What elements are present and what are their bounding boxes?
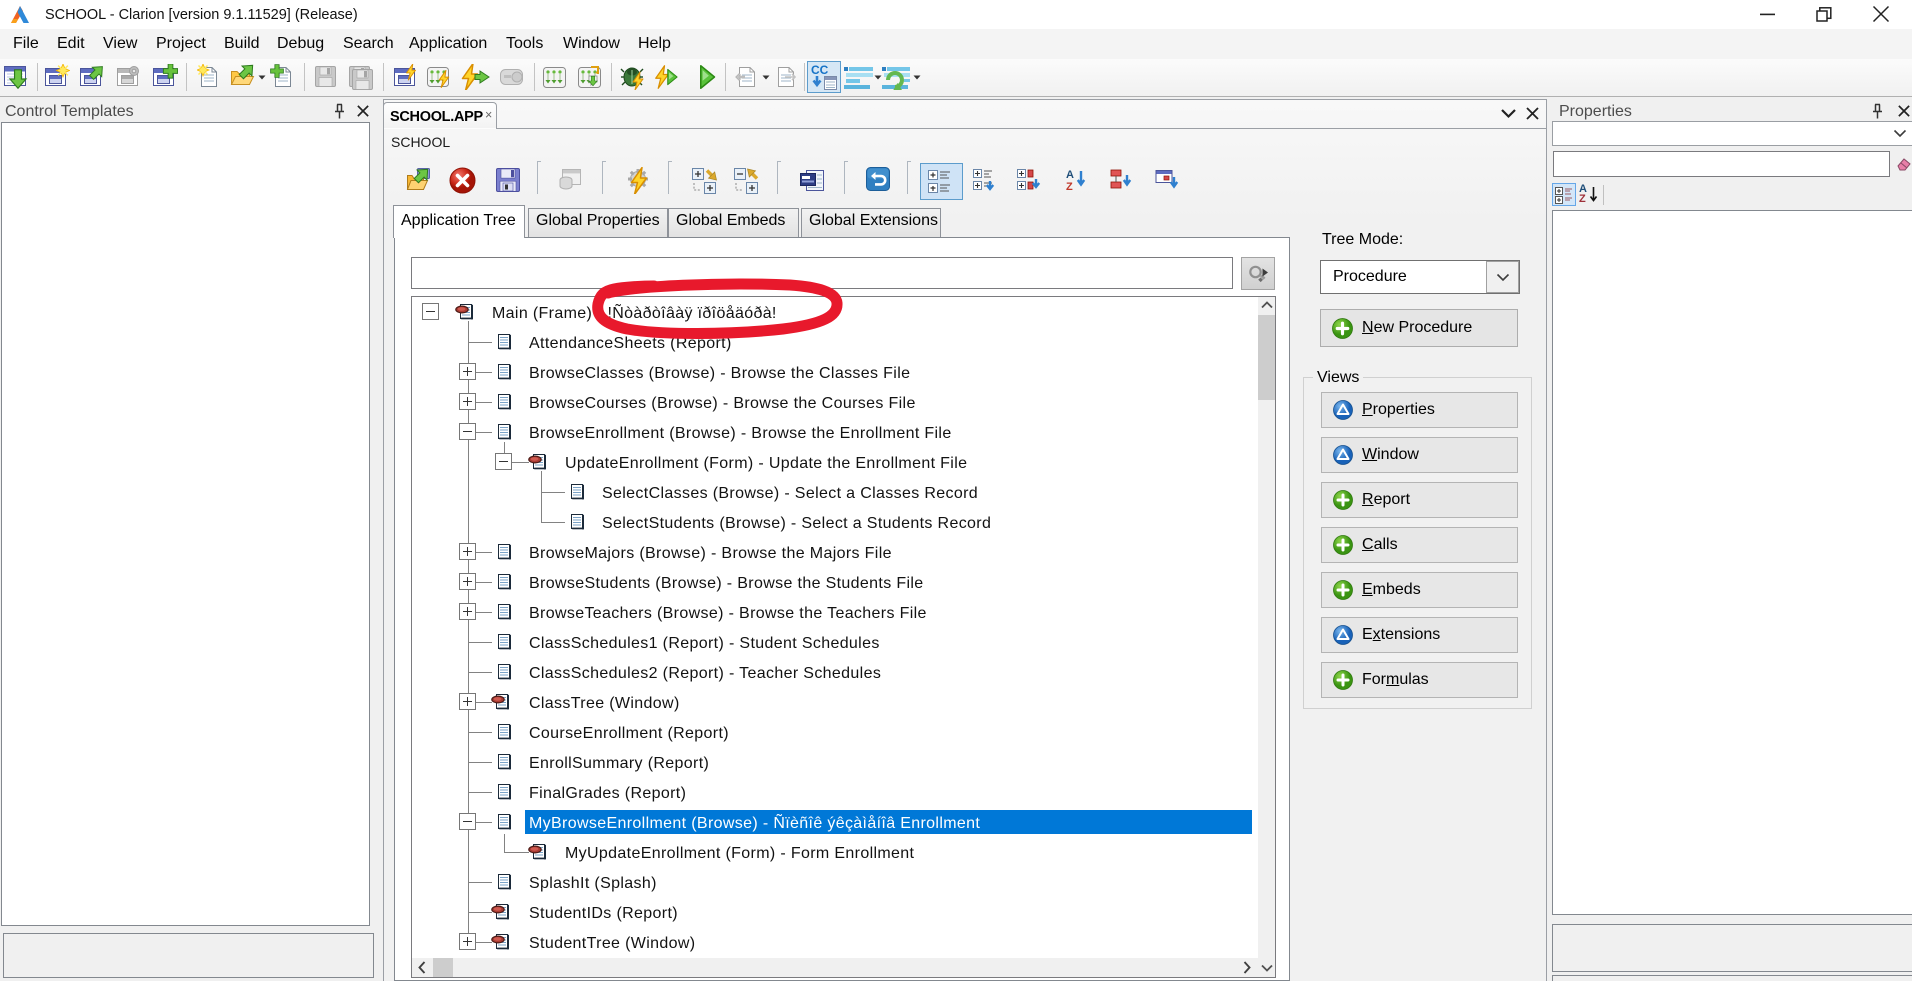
- svg-text:A: A: [1066, 169, 1074, 181]
- svg-text:Z: Z: [1066, 181, 1073, 191]
- svg-text:CC: CC: [811, 63, 829, 77]
